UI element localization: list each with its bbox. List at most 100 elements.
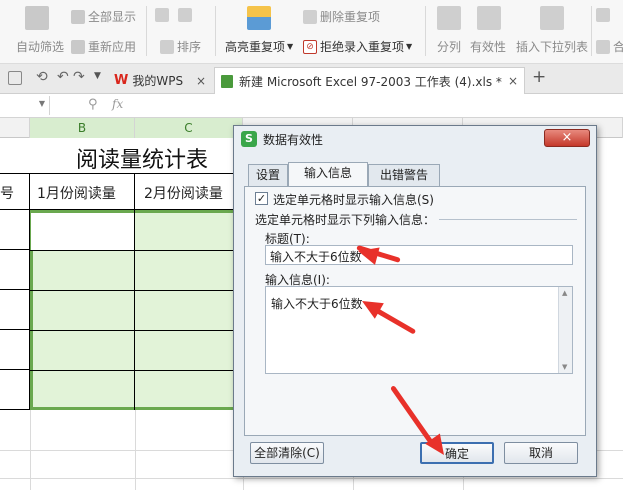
split-column-icon [437, 6, 461, 30]
chevron-down-icon[interactable]: ▼ [39, 99, 45, 108]
highlight-duplicates-button[interactable]: 高亮重复项 ▼ [225, 38, 293, 55]
ribbon-divider [591, 6, 592, 56]
close-icon[interactable]: × [544, 129, 590, 147]
new-tab-icon[interactable]: + [532, 67, 546, 87]
header-cell-c-text: 2月份阅读量 [144, 186, 223, 202]
header-cell-b[interactable]: 1月份阅读量 [30, 174, 135, 210]
scroll-up-icon[interactable]: ▲ [562, 289, 567, 297]
tab-input-message[interactable]: 输入信息 [288, 162, 368, 187]
header-cell-c[interactable]: 2月份阅读量 [135, 174, 243, 210]
save-icon[interactable]: ⟲ [36, 69, 48, 85]
group-label: 选定单元格时显示下列输入信息： [255, 211, 440, 228]
sheet-title[interactable]: 阅读量统计表 [76, 142, 208, 174]
clear-all-label: 全部清除(C) [254, 446, 320, 460]
remove-duplicates-icon [303, 9, 317, 24]
insert-dropdown-label: 插入下拉列表 [516, 40, 589, 54]
split-column-button[interactable]: 分列 [437, 38, 461, 55]
undo-icon[interactable]: ↶ [57, 69, 69, 85]
tab-excel-file[interactable]: 新建 Microsoft Excel 97-2003 工作表 (4).xls *… [214, 67, 525, 94]
row-divider [30, 250, 243, 251]
table-row-cell[interactable] [0, 370, 30, 410]
tab-settings-label: 设置 [255, 168, 280, 182]
validity-label: 有效性 [470, 40, 507, 54]
row-divider [30, 370, 243, 371]
merge-icon [596, 8, 610, 22]
document-tab-bar: ⟲ ↶ ↷ ▼ W 我的WPS × 新建 Microsoft Excel 97-… [0, 64, 623, 94]
scroll-down-icon[interactable]: ▼ [562, 363, 567, 371]
quick-access-dropdown-icon[interactable]: ▼ [94, 71, 101, 81]
grid-line [0, 478, 623, 479]
insert-function-icon[interactable]: fx [112, 97, 123, 111]
formula-bar: ▼ ⚲ fx [0, 94, 623, 118]
highlight-duplicates-icon [247, 6, 271, 30]
close-icon[interactable]: × [196, 74, 206, 88]
show-all-icon [71, 9, 85, 24]
input-message-panel: ✓ 选定单元格时显示输入信息(S) 选定单元格时显示下列输入信息： 标题(T):… [244, 186, 586, 436]
table-row-cell[interactable] [0, 210, 30, 250]
sort-button[interactable]: 排序 [160, 38, 201, 55]
grid-view-icon[interactable] [8, 71, 22, 85]
auto-filter-label: 自动筛选 [16, 40, 65, 54]
header-cell-a[interactable]: 号 [0, 174, 30, 210]
dialog-title: 数据有效性 [263, 132, 324, 147]
header-cell-a-text: 号 [0, 186, 14, 202]
show-input-checkbox-label[interactable]: 选定单元格时显示输入信息(S) [273, 191, 434, 208]
scrollbar[interactable]: ▲ ▼ [558, 287, 572, 373]
message-textarea[interactable]: 输入不大于6位数 ▲ ▼ [265, 286, 573, 374]
row-divider [30, 330, 243, 331]
merge-button[interactable]: 合 [596, 38, 623, 55]
column-divider [134, 210, 135, 410]
reapply-label: 重新应用 [88, 40, 137, 54]
grid-line [30, 410, 31, 490]
sort-descending-button[interactable] [178, 8, 195, 22]
cancel-button[interactable]: 取消 [504, 442, 578, 464]
dialog-title-bar: S 数据有效性 [234, 126, 596, 152]
reject-duplicate-entry-label: 拒绝录入重复项 [320, 40, 405, 54]
tab-excel-file-label: 新建 Microsoft Excel 97-2003 工作表 (4).xls * [239, 74, 502, 89]
title-input[interactable]: 输入不大于6位数 [265, 245, 573, 265]
grid-line [135, 410, 136, 490]
table-row-cell[interactable] [0, 250, 30, 290]
merge-label: 合 [613, 40, 623, 54]
column-header-c[interactable]: C [135, 118, 243, 138]
sort-label: 排序 [177, 40, 202, 54]
remove-duplicates-label: 删除重复项 [320, 10, 381, 24]
tab-settings[interactable]: 设置 [248, 164, 288, 186]
chevron-down-icon: ▼ [287, 42, 294, 51]
show-input-checkbox[interactable]: ✓ [255, 192, 268, 205]
reject-entry-icon: ⊘ [303, 39, 317, 54]
active-cell[interactable] [31, 213, 135, 251]
table-row-cell[interactable] [0, 290, 30, 330]
row-divider [30, 290, 243, 291]
name-box[interactable]: ▼ [0, 96, 50, 115]
validity-button[interactable]: 有效性 [470, 38, 506, 55]
split-column-label: 分列 [437, 40, 462, 54]
zoom-icon[interactable]: ⚲ [88, 97, 98, 112]
tab-error-alert[interactable]: 出错警告 [368, 164, 440, 186]
reapply-button[interactable]: 重新应用 [71, 38, 136, 55]
reject-duplicate-entry-button[interactable]: ⊘ 拒绝录入重复项 ▼ [303, 38, 412, 55]
redo-icon[interactable]: ↷ [73, 69, 85, 85]
sort-ascending-icon [155, 8, 169, 22]
sort-ascending-button[interactable] [155, 8, 172, 22]
insert-dropdown-button[interactable]: 插入下拉列表 [516, 38, 588, 55]
clear-all-button[interactable]: 全部清除(C) [250, 442, 324, 464]
column-header-a[interactable] [0, 118, 30, 138]
tab-my-wps-label: 我的WPS [132, 74, 184, 88]
ribbon-divider [146, 6, 147, 56]
merge-icon-button[interactable] [596, 8, 613, 22]
auto-filter-button[interactable]: 自动筛选 [16, 38, 64, 55]
table-row-cell[interactable] [0, 330, 30, 370]
header-cell-b-text: 1月份阅读量 [37, 186, 116, 202]
ribbon-divider [425, 6, 426, 56]
tab-input-message-label: 输入信息 [303, 166, 352, 180]
title-input-value: 输入不大于6位数 [270, 250, 362, 264]
close-icon[interactable]: × [508, 74, 518, 88]
tab-my-wps[interactable]: W 我的WPS × [108, 67, 212, 94]
show-all-button[interactable]: 全部显示 [71, 8, 136, 25]
cancel-label: 取消 [528, 446, 553, 460]
column-header-b[interactable]: B [30, 118, 135, 138]
remove-duplicates-button[interactable]: 删除重复项 [303, 8, 380, 25]
auto-filter-icon [25, 6, 49, 30]
chevron-down-icon: ▼ [406, 42, 413, 51]
